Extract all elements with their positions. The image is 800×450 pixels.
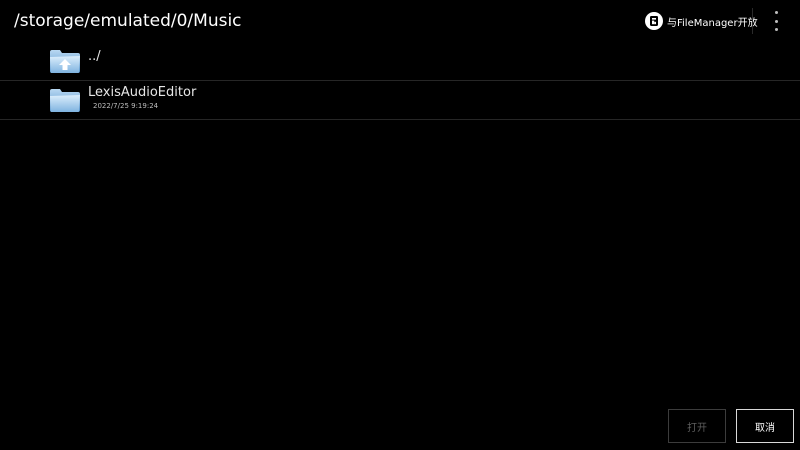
file-name: ../ bbox=[88, 49, 101, 64]
open-with-filemanager-button[interactable]: 与FileManager开放 bbox=[645, 10, 758, 32]
more-vertical-icon[interactable] bbox=[768, 11, 784, 31]
file-picker-screen: /storage/emulated/0/Music 与FileManager开放 bbox=[0, 0, 800, 450]
list-item-parent-directory[interactable]: ../ bbox=[0, 42, 800, 81]
file-list: ../ LexisAudioEditor 2022/7/25 9:19:24 bbox=[0, 42, 800, 120]
cancel-button[interactable]: 取消 bbox=[736, 409, 794, 443]
list-item-lexisaudioeditor[interactable]: LexisAudioEditor 2022/7/25 9:19:24 bbox=[0, 81, 800, 120]
filemanager-icon bbox=[645, 12, 663, 30]
header-bar: /storage/emulated/0/Music 与FileManager开放 bbox=[0, 0, 800, 42]
open-button[interactable]: 打开 bbox=[668, 409, 726, 443]
open-with-label: 与FileManager开放 bbox=[667, 17, 758, 29]
folder-up-icon bbox=[50, 50, 80, 73]
path-title: /storage/emulated/0/Music bbox=[14, 11, 242, 31]
file-date: 2022/7/25 9:19:24 bbox=[93, 102, 159, 110]
file-name: LexisAudioEditor bbox=[88, 85, 197, 100]
folder-icon bbox=[50, 89, 80, 112]
header-divider bbox=[752, 8, 753, 34]
